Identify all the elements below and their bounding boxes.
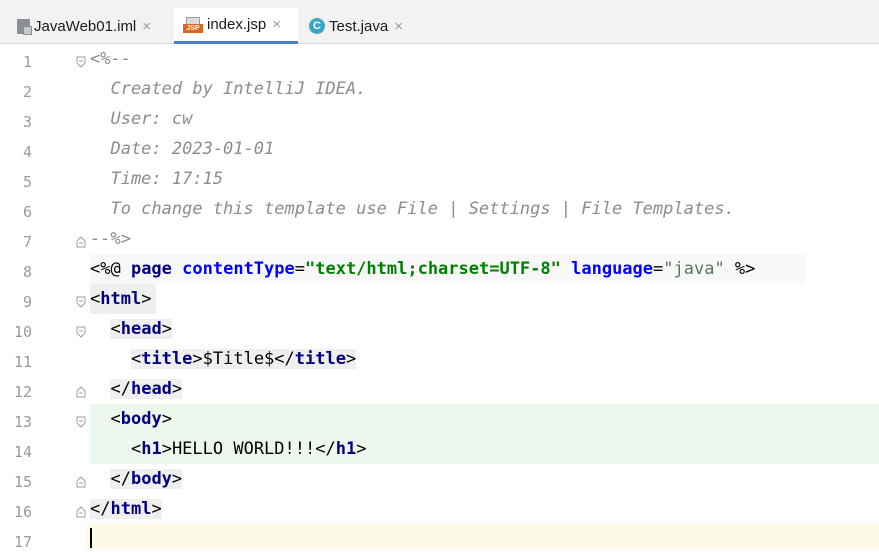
code-editor[interactable]: <%-- Created by IntelliJ IDEA. User: cw …: [86, 44, 879, 548]
line-number: 10: [13, 323, 32, 341]
close-icon[interactable]: ×: [142, 18, 151, 35]
fold-marker-icon[interactable]: [76, 296, 86, 308]
code-line-1: <%--: [90, 49, 131, 69]
line-number: 16: [13, 503, 32, 521]
line-number: 13: [13, 413, 32, 431]
tab-label: index.jsp: [207, 16, 267, 33]
editor-tab-bar: JavaWeb01.iml × JSP index.jsp × C Test.j…: [0, 0, 879, 44]
fold-marker-icon[interactable]: [76, 56, 86, 68]
code-line-12: </head>: [110, 379, 183, 399]
fold-marker-icon[interactable]: [76, 416, 86, 428]
fold-marker-icon[interactable]: [76, 506, 86, 518]
tab-label: Test.java: [329, 17, 389, 35]
tab-javaweb01-iml[interactable]: JavaWeb01.iml ×: [17, 8, 169, 44]
fold-marker-icon[interactable]: [76, 476, 86, 488]
jsp-file-icon: JSP: [183, 16, 203, 33]
fold-marker-icon[interactable]: [76, 386, 86, 398]
close-icon[interactable]: ×: [394, 18, 403, 35]
line-number: 14: [13, 443, 32, 461]
tab-index-jsp[interactable]: JSP index.jsp ×: [174, 8, 298, 44]
line-number: 4: [22, 143, 32, 161]
code-line-6: To change this template use File | Setti…: [90, 199, 735, 219]
line-number: 11: [13, 353, 32, 371]
fold-marker-icon[interactable]: [76, 326, 86, 338]
code-line-3: User: cw: [90, 109, 193, 129]
line-number: 7: [22, 233, 32, 251]
code-line-5: Time: 17:15: [90, 169, 224, 189]
code-line-13: <body>: [110, 409, 172, 429]
line-number: 17: [13, 533, 32, 551]
code-line-11: <title>$Title$</title>: [130, 349, 357, 369]
line-number: 5: [22, 173, 32, 191]
line-number: 1: [22, 53, 32, 71]
java-class-icon: C: [309, 18, 325, 34]
code-line-4: Date: 2023-01-01: [90, 139, 275, 159]
module-file-icon: [17, 18, 32, 35]
code-line-8: <%@ page contentType="text/html;charset=…: [90, 259, 756, 279]
line-number: 12: [13, 383, 32, 401]
code-line-9: <html>: [90, 289, 152, 309]
line-number: 15: [13, 473, 32, 491]
line-number-gutter[interactable]: 1 2 3 4 5 6 7 8 9 10 11 12 13 14 15 16 1…: [0, 44, 76, 551]
code-line-16: </html>: [90, 499, 162, 519]
line-number: 6: [22, 203, 32, 221]
code-line-15: </body>: [110, 469, 183, 489]
code-line-14: <h1>HELLO WORLD!!!</h1>: [130, 439, 367, 459]
tab-label: JavaWeb01.iml: [34, 17, 137, 35]
close-icon[interactable]: ×: [272, 16, 281, 33]
line-number: 8: [22, 263, 32, 281]
current-line-highlight: [86, 524, 879, 548]
line-number: 9: [22, 293, 32, 311]
tab-test-java[interactable]: C Test.java ×: [309, 8, 419, 44]
fold-marker-icon[interactable]: [76, 236, 86, 248]
line-number: 3: [22, 113, 32, 131]
code-line-2: Created by IntelliJ IDEA.: [90, 79, 367, 99]
text-caret: [90, 528, 92, 548]
code-line-7: --%>: [90, 229, 131, 249]
line-number: 2: [22, 83, 32, 101]
code-line-10: <head>: [110, 319, 172, 339]
